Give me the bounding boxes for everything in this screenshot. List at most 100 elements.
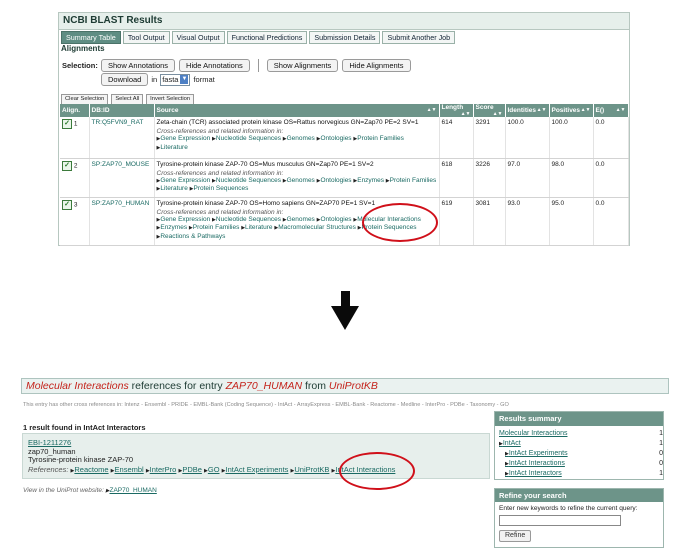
download-button[interactable]: Download xyxy=(101,73,149,86)
db-id-link[interactable]: SP:ZAP70_MOUSE xyxy=(89,158,155,198)
summary-count: 1 xyxy=(659,440,663,447)
ref-link-ensembl[interactable]: Ensembl xyxy=(115,465,144,474)
checkbox-checked-icon[interactable]: ✓ xyxy=(62,119,72,129)
positives-cell: 98.0 xyxy=(549,158,594,198)
tab-submit-another-job[interactable]: Submit Another Job xyxy=(382,31,456,44)
ref-link-intact-experiments[interactable]: IntAct Experiments xyxy=(225,465,288,474)
xref-link[interactable]: ▶Ontologies xyxy=(317,135,352,142)
tab-submission-details[interactable]: Submission Details xyxy=(309,31,381,44)
xref-link[interactable]: ▶Gene Expression xyxy=(157,216,211,223)
xref-link[interactable]: ▶Reactions & Pathways xyxy=(157,233,226,240)
in-label: in xyxy=(151,75,158,84)
annotation-controls: Show Annotations Hide Annotations Show A… xyxy=(101,59,411,72)
xref-title: Cross-references and related information… xyxy=(156,128,284,135)
db-id-link[interactable]: SP:ZAP70_HUMAN xyxy=(89,197,155,246)
score-cell: 3291 xyxy=(473,117,506,159)
summary-count: 0 xyxy=(659,450,663,457)
checkbox-checked-icon[interactable]: ✓ xyxy=(62,160,72,171)
positives-cell: 100.0 xyxy=(549,117,594,159)
title-text: from xyxy=(302,380,329,392)
xref-link[interactable]: ▶Protein Families xyxy=(353,135,403,142)
summary-row-intact[interactable]: ▶IntAct 1 xyxy=(499,440,663,447)
col-header-align[interactable]: Align. xyxy=(60,104,90,117)
tab-visual-output[interactable]: Visual Output xyxy=(171,31,225,44)
entry-description: Tyrosine-protein kinase ZAP-70 xyxy=(28,455,134,464)
tab-summary-table[interactable]: Summary Table xyxy=(61,31,121,44)
view-label: View in the UniProt website: xyxy=(23,487,104,494)
highlight-ellipse xyxy=(362,203,438,242)
refine-instructions: Enter new keywords to refine the current… xyxy=(499,505,638,512)
xref-link[interactable]: ▶Gene Expression xyxy=(157,177,211,184)
xref-link[interactable]: ▶Literature xyxy=(157,185,188,192)
db-id-link[interactable]: TR:Q5FVN9_RAT xyxy=(89,117,155,159)
col-header-source[interactable]: Source ▲▼ xyxy=(154,104,440,117)
identities-cell: 100.0 xyxy=(505,117,550,159)
result-entry: EBI-1211276 zap70_human Tyrosine-protein… xyxy=(22,433,490,479)
xref-link[interactable]: ▶Nucleotide Sequences xyxy=(212,177,281,184)
col-header-dbid[interactable]: DB:ID xyxy=(89,104,155,117)
hide-alignments-button[interactable]: Hide Alignments xyxy=(342,59,411,72)
view-in-uniprot-line: View in the UniProt website: ▶ZAP70_HUMA… xyxy=(23,487,157,494)
col-header-e[interactable]: E() ▲▼ xyxy=(593,104,629,117)
xref-link[interactable]: ▶Macromolecular Structures xyxy=(274,224,356,231)
tab-functional-predictions[interactable]: Functional Predictions xyxy=(226,31,308,44)
format-label: format xyxy=(193,75,215,84)
checkbox-checked-icon[interactable]: ✓ xyxy=(62,199,72,210)
other-xrefs-line: This entry has other cross references in… xyxy=(23,402,509,408)
summary-row-intact-experiments[interactable]: ▶IntAct Experiments 0 xyxy=(505,450,663,457)
col-header-positives[interactable]: Positives ▲▼ xyxy=(549,104,594,117)
uniprot-entry-link[interactable]: ZAP70_HUMAN xyxy=(109,487,156,494)
xref-link[interactable]: ▶Protein Sequences xyxy=(190,185,249,192)
xref-link[interactable]: ▶Genomes xyxy=(283,177,315,184)
col-header-positives-label: Positives xyxy=(551,107,581,114)
sort-icon: ▲▼ xyxy=(536,107,547,113)
xref-link[interactable]: ▶Literature xyxy=(241,224,272,231)
sort-icon: ▲▼ xyxy=(426,107,437,113)
xref-link[interactable]: ▶Genomes xyxy=(283,135,315,142)
sort-icon: ▲▼ xyxy=(460,111,471,117)
summary-row-molecular-interactions[interactable]: Molecular Interactions 1 xyxy=(499,430,663,437)
hide-annotations-button[interactable]: Hide Annotations xyxy=(179,59,250,72)
format-select[interactable]: fasta ▼ xyxy=(160,73,191,86)
refine-keywords-input[interactable] xyxy=(499,515,621,526)
ref-link-reactome[interactable]: Reactome xyxy=(74,465,108,474)
title-source: UniProtKB xyxy=(328,380,378,392)
col-header-identities[interactable]: Identities ▲▼ xyxy=(505,104,550,117)
xref-link[interactable]: ▶Gene Expression xyxy=(157,135,211,142)
col-header-score-label: Score xyxy=(475,104,494,111)
down-arrow-head-icon xyxy=(331,306,359,330)
show-annotations-button[interactable]: Show Annotations xyxy=(101,59,176,72)
format-value: fasta xyxy=(162,74,179,84)
selection-label: Selection: xyxy=(62,61,98,70)
xref-title: Cross-references and related information… xyxy=(156,169,284,177)
ref-link-go[interactable]: GO xyxy=(208,465,220,474)
ref-link-uniprotkb[interactable]: UniProtKB xyxy=(294,465,329,474)
tab-tool-output[interactable]: Tool Output xyxy=(122,31,170,44)
title-text: references for entry xyxy=(128,380,226,392)
download-controls: Download in fasta ▼ format xyxy=(101,73,215,86)
col-header-score[interactable]: Score ▲▼ xyxy=(473,104,506,117)
xref-link[interactable]: ▶Enzymes xyxy=(157,224,188,231)
show-alignments-button[interactable]: Show Alignments xyxy=(266,59,339,72)
xref-link[interactable]: ▶Nucleotide Sequences xyxy=(212,216,281,223)
xref-link[interactable]: ▶Enzymes xyxy=(353,177,384,184)
xref-link[interactable]: ▶Nucleotide Sequences xyxy=(212,135,281,142)
xref-link[interactable]: ▶Genomes xyxy=(283,216,315,223)
xref-link[interactable]: ▶Ontologies xyxy=(317,177,352,184)
xref-link[interactable]: ▶Protein Families xyxy=(189,224,239,231)
col-header-length-label: Length xyxy=(441,104,464,111)
summary-row-intact-interactions[interactable]: ▶IntAct Interactions 0 xyxy=(505,460,663,467)
xref-link[interactable]: ▶Protein Families xyxy=(386,177,436,184)
entry-id-link[interactable]: EBI-1211276 xyxy=(28,438,71,447)
xref-link[interactable]: ▶Literature xyxy=(157,144,188,151)
ref-link-interpro[interactable]: InterPro xyxy=(150,465,177,474)
ref-link-pdbe[interactable]: PDBe xyxy=(182,465,202,474)
xref-link[interactable]: ▶Ontologies xyxy=(317,216,352,223)
page-title: Molecular Interactions references for en… xyxy=(21,378,669,394)
col-header-length[interactable]: Length ▲▼ xyxy=(439,104,474,117)
summary-row-intact-interactors[interactable]: ▶IntAct Interactors 1 xyxy=(505,470,663,477)
length-cell: 614 xyxy=(439,117,474,159)
results-summary-title: Results summary xyxy=(495,412,663,426)
row-number: 2 xyxy=(73,162,78,170)
refine-button[interactable]: Refine xyxy=(499,530,532,542)
